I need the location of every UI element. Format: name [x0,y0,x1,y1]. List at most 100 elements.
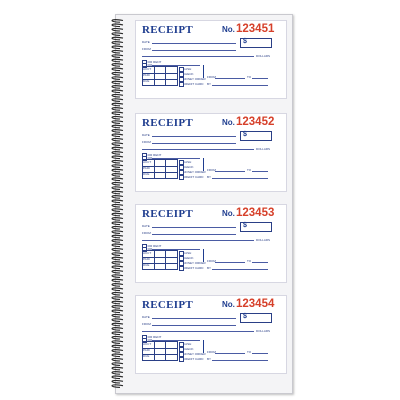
spiral-coil [111,353,124,358]
spiral-coil [111,168,124,173]
spiral-coil [111,58,124,63]
dollar-sign: $ [243,222,247,229]
spiral-coil [111,318,124,322]
from-line [152,234,236,235]
date-label: DATE [142,133,150,137]
spiral-coil [111,71,124,76]
spiral-coil [111,203,124,208]
spiral-binding [111,19,124,388]
by-label: BY [207,175,212,179]
spiral-coil [111,164,124,168]
spiral-coil [111,102,124,107]
dollars-line [142,331,254,332]
from-line [152,325,236,326]
from2-line [215,262,245,263]
spiral-coil [111,230,124,234]
to-label: TO [247,75,252,79]
spiral-coil [111,274,124,278]
spiral-coil [111,111,124,116]
spiral-coil [111,63,124,67]
spiral-coil [111,142,124,146]
from-label: FROM [142,231,151,235]
dollars-line [142,56,254,57]
dollar-sign: $ [243,38,247,45]
receipt-title: RECEIPT [142,24,193,36]
acct-label: ACCT [143,160,152,164]
spiral-coil [111,137,124,142]
spiral-coil [111,335,124,340]
spiral-coil [111,41,124,45]
acct-label: ACCT [143,342,152,346]
spiral-coil [111,208,124,212]
spiral-coil [111,93,124,98]
receipt-title: RECEIPT [142,299,193,311]
paid-label: PAID [143,166,150,170]
dollars-label: DOLLARS [256,147,271,151]
spiral-coil [111,124,124,129]
bracket-mark [203,65,204,78]
by-label: BY [207,357,212,361]
spiral-coil [111,85,124,89]
spiral-coil [111,76,124,80]
amount-box: $ [240,38,272,48]
date-label: DATE [142,315,150,319]
spiral-coil [111,357,124,362]
check-label: CHECK [183,346,194,351]
to-label: TO [247,259,252,263]
to-label: TO [247,168,252,172]
check-label: CHECK [183,164,194,169]
paid-label: PAID [143,73,150,77]
credit-card-label: CREDIT CARD [183,265,204,270]
due-label: DUE [143,263,150,267]
spiral-coil [111,243,124,248]
dollar-sign: $ [243,131,247,138]
spiral-coil [111,313,124,318]
to-line [252,353,268,354]
spiral-coil [111,344,124,349]
cash-label: CASH [183,250,192,255]
spiral-coil [111,349,124,353]
receipt-number-label: No. [222,118,235,127]
spiral-coil [111,27,124,32]
from-line [152,50,236,51]
from2-line [215,78,245,79]
spiral-coil [111,120,124,124]
spiral-coil [111,45,124,50]
dollars-label: DOLLARS [256,238,271,242]
credit-card-label: CREDIT CARD [183,356,204,361]
due-label: DUE [143,79,150,83]
spiral-coil [111,296,124,300]
bracket-mark [203,249,204,262]
spiral-coil [111,190,124,195]
spiral-coil [111,155,124,160]
cash-label: CASH [183,159,192,164]
spiral-coil [111,309,124,314]
receipt-number-label: No. [222,209,235,218]
spiral-coil [111,261,124,265]
by-line [212,360,268,361]
cash-label: CASH [183,66,192,71]
spiral-coil [111,247,124,252]
spiral-coil [111,287,124,292]
receipt-number: 123453 [236,207,275,219]
paid-label: PAID [143,348,150,352]
spiral-coil [111,80,124,85]
to-label: TO [247,350,252,354]
receipt-slip-1: RECEIPT No. 123451 DATE $ FROM DOLLARS F… [135,20,287,99]
dollars-line [142,240,254,241]
receipt-title: RECEIPT [142,208,193,220]
acct-label: ACCT [143,251,152,255]
spiral-coil [111,225,124,230]
spiral-coil [111,234,124,239]
spiral-coil [111,129,124,133]
by-line [212,269,268,270]
from-label: FROM [142,47,151,51]
spiral-coil [111,151,124,155]
from-label: FROM [142,140,151,144]
receipt-slip-3: RECEIPT No. 123453 DATE $ FROM DOLLARS F… [135,204,287,283]
dollars-label: DOLLARS [256,54,271,58]
paid-label: PAID [143,257,150,261]
amount-box: $ [240,131,272,141]
spiral-coil [111,366,124,371]
spiral-coil [111,54,124,58]
